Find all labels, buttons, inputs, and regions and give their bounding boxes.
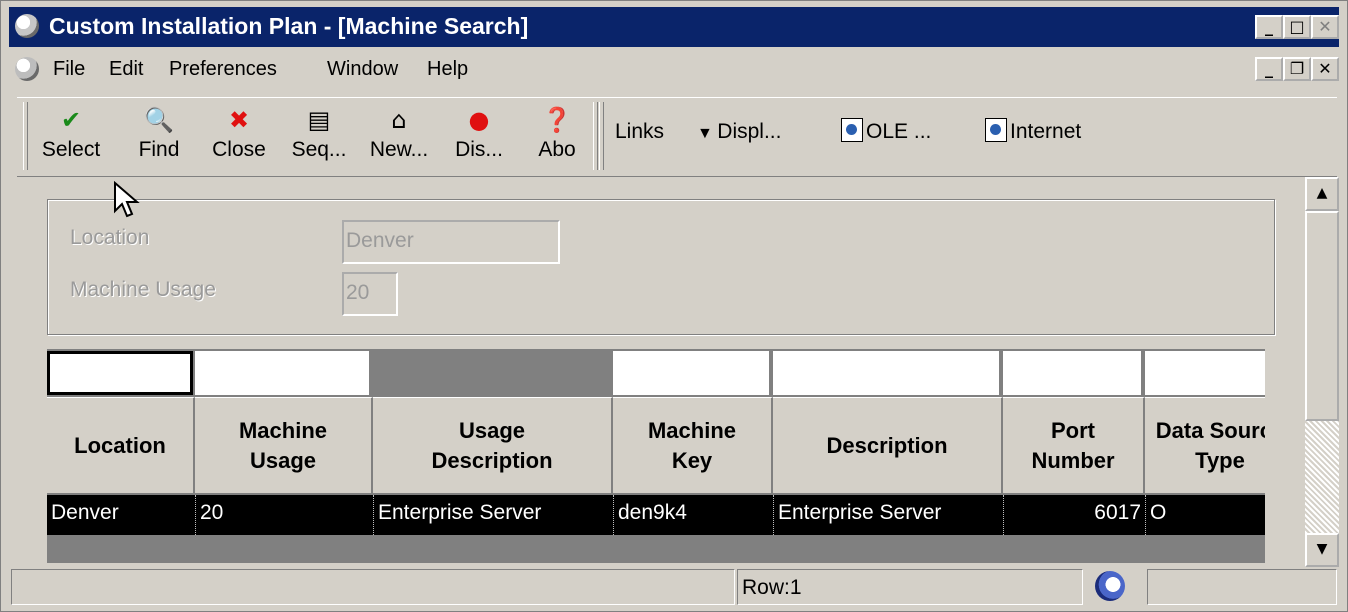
select-button-label: Select xyxy=(41,138,101,161)
application-window: Custom Installation Plan - [Machine Sear… xyxy=(0,0,1348,612)
menu-file[interactable]: File xyxy=(53,58,85,81)
title-bar: Custom Installation Plan - [Machine Sear… xyxy=(9,7,1339,47)
new-icon: ⌂ xyxy=(391,106,407,134)
child-close-button[interactable]: ✕ xyxy=(1311,57,1339,81)
display-dropdown-label: Displ... xyxy=(717,120,782,143)
filter-cell-port-number[interactable] xyxy=(1003,351,1143,395)
display-icon: ● xyxy=(468,106,490,134)
select-button[interactable]: ✔ Select xyxy=(39,104,103,170)
sequence-button[interactable]: ▤ Seq... xyxy=(287,104,351,170)
vertical-scrollbar[interactable]: ▲ ▼ xyxy=(1305,177,1339,567)
cell-machine-usage[interactable]: 20 xyxy=(195,495,373,535)
status-pane-extra xyxy=(1147,569,1337,605)
grid-header-row: Location Machine Usage Usage Description… xyxy=(47,397,1265,493)
new-button[interactable]: ⌂ New... xyxy=(367,104,431,170)
new-button-label: New... xyxy=(369,138,429,161)
toolbar: ✔ Select 🔍 Find ✖ Close ▤ Seq... ⌂ New..… xyxy=(17,97,1337,177)
app-globe-icon xyxy=(15,14,39,38)
location-field[interactable]: Denver xyxy=(342,220,560,264)
menu-preferences[interactable]: Preferences xyxy=(169,58,277,81)
status-row-indicator: Row:1 xyxy=(737,569,1083,605)
about-button[interactable]: ❓ Abo xyxy=(525,104,589,170)
ole-link-label: OLE ... xyxy=(866,120,932,143)
links-menu[interactable]: Links xyxy=(615,120,664,144)
status-pane-message xyxy=(11,569,735,605)
window-title: Custom Installation Plan - [Machine Sear… xyxy=(49,13,529,39)
location-label: Location xyxy=(70,226,150,249)
about-button-label: Abo xyxy=(538,138,576,161)
machine-grid: Location Machine Usage Usage Description… xyxy=(47,349,1265,563)
close-x-icon: ✖ xyxy=(228,106,250,134)
table-row[interactable]: Denver 20 Enterprise Server den9k4 Enter… xyxy=(47,495,1265,535)
close-button-label: Close xyxy=(212,138,266,161)
column-header-machine-usage[interactable]: Machine Usage xyxy=(195,397,373,493)
column-header-port-number[interactable]: Port Number xyxy=(1003,397,1145,493)
toolbar-separator xyxy=(593,102,598,170)
child-minimize-button[interactable]: _ xyxy=(1255,57,1283,81)
filter-cell-description[interactable] xyxy=(773,351,1001,395)
filter-cell-data-source-type[interactable] xyxy=(1145,351,1265,395)
column-header-description[interactable]: Description xyxy=(773,397,1003,493)
filter-cell-machine-usage[interactable] xyxy=(195,351,371,395)
filter-cell-location[interactable] xyxy=(47,351,193,395)
display-dropdown[interactable]: ▼ Displ... xyxy=(697,120,781,144)
cell-data-source-type[interactable]: O xyxy=(1145,495,1265,535)
window-close-button[interactable]: ✕ xyxy=(1311,15,1339,39)
search-criteria-groupbox: Location Denver Machine Usage 20 xyxy=(47,199,1275,335)
check-icon: ✔ xyxy=(60,106,82,134)
internet-link-label: Internet xyxy=(1010,120,1082,143)
column-header-location[interactable]: Location xyxy=(47,397,195,493)
window-maximize-button[interactable]: □ xyxy=(1283,15,1311,39)
cell-machine-key[interactable]: den9k4 xyxy=(613,495,773,535)
filter-cell-machine-key[interactable] xyxy=(613,351,771,395)
display-button[interactable]: ● Dis... xyxy=(447,104,511,170)
cell-usage-description[interactable]: Enterprise Server xyxy=(373,495,613,535)
ole-link[interactable]: OLE ... xyxy=(841,118,932,144)
close-button[interactable]: ✖ Close xyxy=(207,104,271,170)
processing-globe-icon xyxy=(1095,571,1125,601)
menu-edit[interactable]: Edit xyxy=(109,58,143,81)
filter-cell-usage-description[interactable] xyxy=(373,351,611,395)
scroll-up-button[interactable]: ▲ xyxy=(1305,177,1339,211)
menu-help[interactable]: Help xyxy=(427,58,468,81)
status-bar: Row:1 xyxy=(9,567,1339,607)
about-icon: ❓ xyxy=(542,106,572,134)
scrollbar-thumb[interactable] xyxy=(1305,211,1339,421)
child-window-globe-icon[interactable] xyxy=(15,57,39,81)
scroll-down-button[interactable]: ▼ xyxy=(1305,533,1339,567)
machine-usage-label: Machine Usage xyxy=(70,278,216,301)
sequence-icon: ▤ xyxy=(307,106,331,134)
menu-bar: File Edit Preferences Window Help _ ❐ ✕ xyxy=(9,51,1339,89)
find-button-label: Find xyxy=(138,138,180,161)
toolbar-grip-2[interactable] xyxy=(599,102,604,170)
column-header-machine-key[interactable]: Machine Key xyxy=(613,397,773,493)
display-button-label: Dis... xyxy=(455,138,503,161)
column-header-data-source-type[interactable]: Data Source Type xyxy=(1145,397,1265,493)
cell-port-number[interactable]: 6017 xyxy=(1003,495,1145,535)
column-header-usage-description[interactable]: Usage Description xyxy=(373,397,613,493)
internet-link[interactable]: Internet xyxy=(985,118,1082,144)
sequence-button-label: Seq... xyxy=(291,138,347,161)
cell-description[interactable]: Enterprise Server xyxy=(773,495,1003,535)
grid-empty-area xyxy=(47,537,1265,563)
scroll-down-arrow-icon: ▼ xyxy=(1316,541,1328,557)
toolbar-grip[interactable] xyxy=(23,102,28,170)
find-button[interactable]: 🔍 Find xyxy=(127,104,191,170)
window-minimize-button[interactable]: _ xyxy=(1255,15,1283,39)
mouse-cursor-icon xyxy=(114,181,140,218)
grid-filter-row xyxy=(47,349,1265,397)
find-icon: 🔍 xyxy=(144,106,174,134)
ole-doc-icon xyxy=(841,118,863,143)
scroll-up-arrow-icon: ▲ xyxy=(1316,185,1328,201)
dropdown-triangle-icon: ▼ xyxy=(697,125,718,142)
cell-location[interactable]: Denver xyxy=(47,495,195,535)
child-restore-button[interactable]: ❐ xyxy=(1283,57,1311,81)
menu-window[interactable]: Window xyxy=(327,58,398,81)
internet-doc-icon xyxy=(985,118,1007,143)
content-area: Location Denver Machine Usage 20 Locatio… xyxy=(9,177,1305,565)
machine-usage-field[interactable]: 20 xyxy=(342,272,398,316)
